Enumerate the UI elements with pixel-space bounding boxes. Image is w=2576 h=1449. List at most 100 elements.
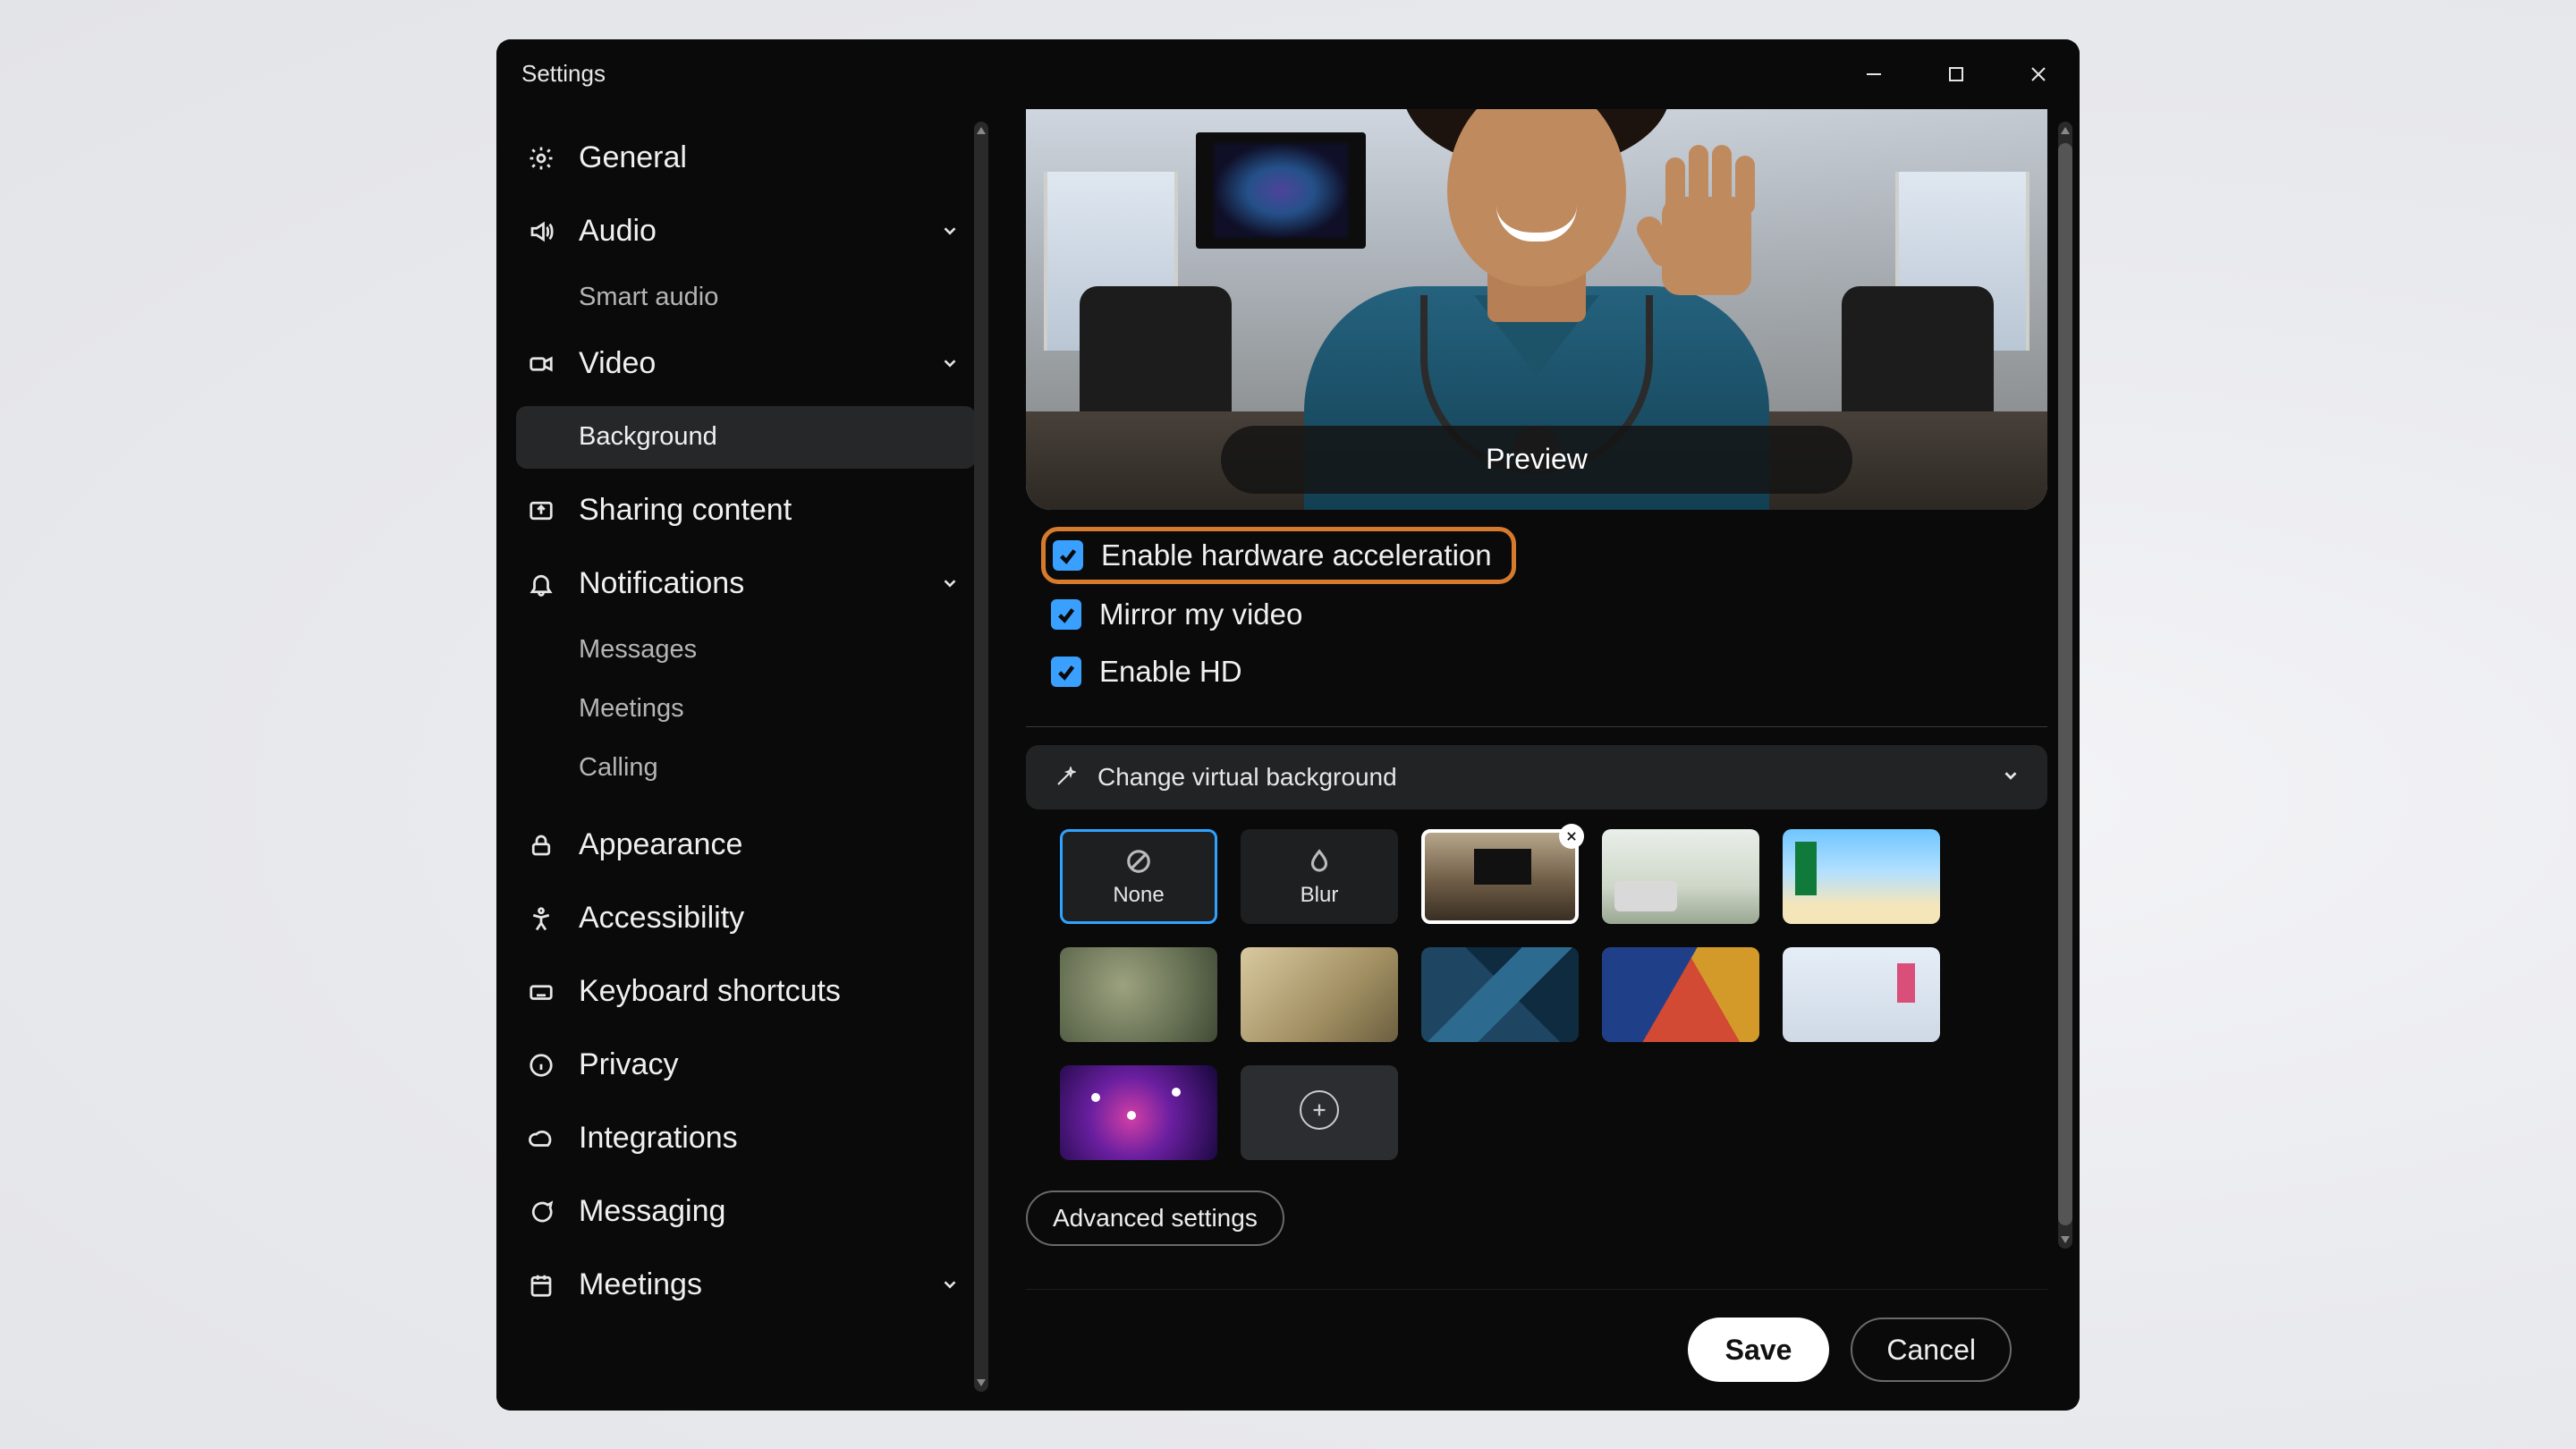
info-circle-icon: [523, 1047, 559, 1083]
preview-button[interactable]: Preview: [1221, 426, 1852, 494]
sidebar-item-sharing-content[interactable]: Sharing content: [516, 474, 976, 547]
sidebar-item-accessibility[interactable]: Accessibility: [516, 882, 976, 955]
sidebar-item-meetings[interactable]: Meetings: [516, 1249, 976, 1322]
footer: Save Cancel: [1026, 1289, 2047, 1411]
bg-tile-nature-blurred[interactable]: [1060, 947, 1217, 1042]
sidebar-subitem-background[interactable]: Background: [516, 406, 976, 469]
sidebar-item-label: Meetings: [579, 694, 684, 724]
sidebar-item-label: Background: [579, 422, 717, 452]
main-scrollbar[interactable]: [2058, 122, 2072, 1249]
chevron-down-icon: [940, 566, 960, 601]
none-icon: [1123, 845, 1155, 877]
button-label: Cancel: [1886, 1334, 1976, 1367]
checkbox-label: Mirror my video: [1099, 597, 1302, 631]
sidebar-item-appearance[interactable]: Appearance: [516, 809, 976, 882]
maximize-button[interactable]: [1915, 39, 1997, 109]
scroll-down-icon[interactable]: [974, 1376, 988, 1390]
bg-tile-living-room[interactable]: [1602, 829, 1759, 924]
sidebar-subitem-calling[interactable]: Calling: [516, 739, 976, 798]
bell-icon: [523, 566, 559, 602]
divider: [1026, 726, 2047, 727]
chevron-down-icon: [2001, 763, 2021, 792]
main-panel: Preview Enable hardware acceleration: [994, 109, 2080, 1411]
sidebar-item-label: Appearance: [579, 827, 742, 862]
tile-label: Blur: [1301, 883, 1339, 908]
button-label: Save: [1725, 1334, 1792, 1367]
sidebar-item-label: Notifications: [579, 566, 744, 601]
change-virtual-background-panel[interactable]: Change virtual background: [1026, 745, 2047, 809]
save-button[interactable]: Save: [1688, 1318, 1830, 1382]
sidebar-item-label: Smart audio: [579, 283, 718, 312]
chat-icon: [523, 1194, 559, 1230]
sidebar-item-notifications[interactable]: Notifications: [516, 547, 976, 621]
chevron-down-icon: [940, 346, 960, 381]
bg-tile-office[interactable]: [1783, 947, 1940, 1042]
settings-window: Settings: [496, 39, 2080, 1411]
chevron-down-icon: [940, 1267, 960, 1302]
accessibility-icon: [523, 901, 559, 936]
bg-tile-warm-room[interactable]: [1241, 947, 1398, 1042]
plus-icon: [1300, 1090, 1339, 1130]
panel-title: Change virtual background: [1097, 763, 1397, 792]
sidebar-item-audio[interactable]: Audio: [516, 195, 976, 268]
sidebar-item-video[interactable]: Video: [516, 327, 976, 401]
sidebar-item-privacy[interactable]: Privacy: [516, 1029, 976, 1102]
sidebar-subitem-meetings[interactable]: Meetings: [516, 680, 976, 739]
settings-sidebar: General Audio Smart audio: [496, 109, 994, 1411]
gear-icon: [523, 140, 559, 176]
bg-tile-blur[interactable]: Blur: [1241, 829, 1398, 924]
tile-label: None: [1113, 883, 1164, 908]
blur-icon: [1303, 845, 1335, 877]
cancel-button[interactable]: Cancel: [1851, 1318, 2012, 1382]
close-button[interactable]: [1997, 39, 2080, 109]
chevron-down-icon: [940, 214, 960, 249]
checkbox-icon: [1053, 540, 1083, 571]
sidebar-item-label: Messaging: [579, 1194, 725, 1229]
sidebar-item-label: Privacy: [579, 1047, 678, 1082]
virtual-background-grid: None Blur: [1026, 829, 2047, 1160]
remove-background-button[interactable]: [1559, 824, 1584, 849]
checkbox-mirror-my-video[interactable]: Mirror my video: [1046, 592, 2047, 637]
checkbox-enable-hardware-acceleration[interactable]: Enable hardware acceleration: [1046, 531, 1512, 580]
keyboard-icon: [523, 974, 559, 1010]
bg-tile-none[interactable]: None: [1060, 829, 1217, 924]
sidebar-item-label: Video: [579, 346, 656, 381]
minimize-button[interactable]: [1833, 39, 1915, 109]
advanced-settings-button[interactable]: Advanced settings: [1026, 1191, 1284, 1246]
sidebar-item-messaging[interactable]: Messaging: [516, 1175, 976, 1249]
preview-button-label: Preview: [1486, 443, 1588, 476]
bg-tile-space[interactable]: [1060, 1065, 1217, 1160]
bg-tile-meeting-room[interactable]: [1421, 829, 1579, 924]
checkbox-label: Enable HD: [1099, 655, 1242, 689]
sidebar-item-label: Keyboard shortcuts: [579, 974, 841, 1009]
speaker-icon: [523, 214, 559, 250]
lock-icon: [523, 827, 559, 863]
sidebar-item-label: Meetings: [579, 1267, 702, 1302]
bg-tile-add[interactable]: [1241, 1065, 1398, 1160]
sidebar-item-integrations[interactable]: Integrations: [516, 1102, 976, 1175]
checkbox-enable-hd[interactable]: Enable HD: [1046, 649, 2047, 694]
scroll-down-icon[interactable]: [2058, 1233, 2072, 1247]
share-screen-icon: [523, 493, 559, 529]
sidebar-subitem-smart-audio[interactable]: Smart audio: [516, 268, 976, 327]
window-title: Settings: [521, 60, 606, 88]
sidebar-item-label: Audio: [579, 214, 657, 249]
bg-tile-mountains[interactable]: [1421, 947, 1579, 1042]
video-preview: Preview: [1026, 109, 2047, 510]
scroll-up-icon[interactable]: [2058, 123, 2072, 138]
checkbox-icon: [1051, 657, 1081, 687]
sidebar-item-keyboard-shortcuts[interactable]: Keyboard shortcuts: [516, 955, 976, 1029]
magic-wand-icon: [1053, 765, 1078, 790]
window-controls: [1833, 39, 2080, 109]
sidebar-subitem-messages[interactable]: Messages: [516, 621, 976, 680]
scroll-thumb[interactable]: [2058, 143, 2072, 1225]
bg-tile-geometric[interactable]: [1602, 947, 1759, 1042]
titlebar: Settings: [496, 39, 2080, 109]
bg-tile-beach[interactable]: [1783, 829, 1940, 924]
video-camera-icon: [523, 346, 559, 382]
sidebar-item-general[interactable]: General: [516, 122, 976, 195]
sidebar-item-label: General: [579, 140, 687, 175]
scroll-up-icon[interactable]: [974, 123, 988, 138]
checkbox-icon: [1051, 599, 1081, 630]
sidebar-scrollbar[interactable]: [974, 122, 988, 1392]
